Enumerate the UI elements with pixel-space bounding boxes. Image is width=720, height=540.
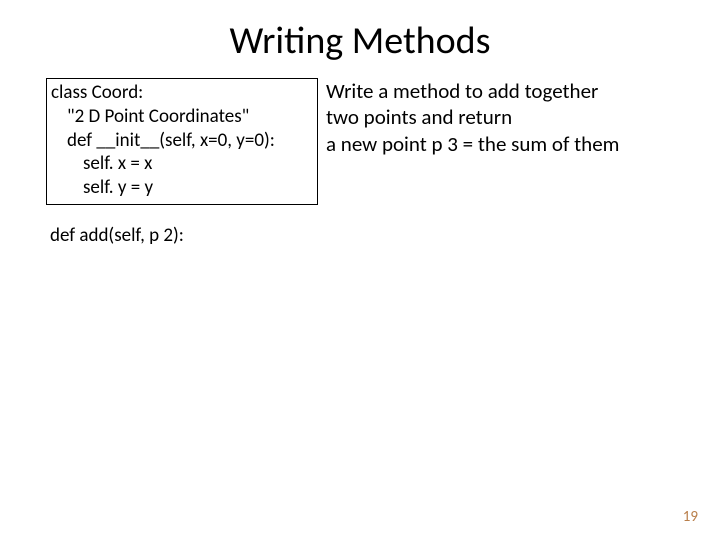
instructions-line: two points and return (326, 104, 696, 130)
instructions-text: Write a method to add together two point… (326, 78, 696, 157)
slide-title: Writing Methods (0, 18, 720, 64)
code-line: class Coord: (51, 81, 313, 105)
code-line: self. y = y (51, 176, 313, 200)
code-line: self. x = x (51, 152, 313, 176)
page-number: 19 (683, 508, 698, 526)
code-box: class Coord: "2 D Point Coordinates" def… (46, 78, 318, 205)
instructions-line: Write a method to add together (326, 78, 696, 104)
instructions-line: a new point p 3 = the sum of them (326, 131, 696, 157)
code-line: def __init__(self, x=0, y=0): (51, 129, 313, 153)
method-definition: def add(self, p 2): (50, 224, 184, 247)
code-line: "2 D Point Coordinates" (51, 105, 313, 129)
